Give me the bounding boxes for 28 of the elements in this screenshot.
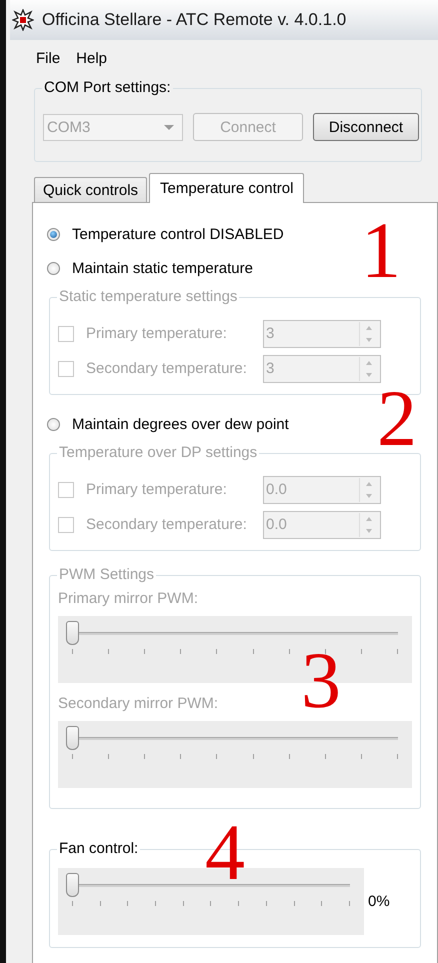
radio-button[interactable] xyxy=(47,418,60,430)
star-gear-icon xyxy=(12,9,34,31)
field-label: Secondary temperature: xyxy=(86,360,248,377)
radio-option[interactable]: Maintain degrees over dew point xyxy=(47,407,289,441)
group-title: Temperature over DP settings xyxy=(57,444,260,462)
tab[interactable]: Temperature control xyxy=(149,173,304,203)
menu-item[interactable]: File xyxy=(34,50,62,74)
radio-option[interactable]: Temperature control DISABLED xyxy=(47,217,284,251)
field-label: Primary temperature: xyxy=(86,325,228,342)
radio-option[interactable]: Maintain static temperature xyxy=(47,251,253,285)
group-title: COM Port settings: xyxy=(42,79,173,97)
menu-item[interactable]: Help xyxy=(74,50,110,74)
slider-value: 0% xyxy=(368,893,390,910)
radio-button[interactable] xyxy=(47,262,60,274)
annotation-number: 1 xyxy=(361,211,401,291)
window-title: Officina Stellare - ATC Remote v. 4.0.1.0 xyxy=(42,10,346,30)
annotation-number: 4 xyxy=(205,813,245,893)
slider-label: Secondary mirror PWM: xyxy=(58,695,220,714)
annotation-number: 3 xyxy=(301,641,341,721)
tab[interactable]: Quick controls xyxy=(34,177,148,202)
field-label: Primary temperature: xyxy=(86,481,228,498)
radio-button[interactable] xyxy=(47,228,60,240)
group-title: PWM Settings xyxy=(57,566,156,584)
field-label: Secondary temperature: xyxy=(86,516,248,533)
group-title: Static temperature settings xyxy=(57,288,240,306)
button[interactable]: Disconnect xyxy=(313,113,419,141)
slider-thumb[interactable] xyxy=(66,873,79,897)
slider-label: Primary mirror PWM: xyxy=(58,590,199,609)
